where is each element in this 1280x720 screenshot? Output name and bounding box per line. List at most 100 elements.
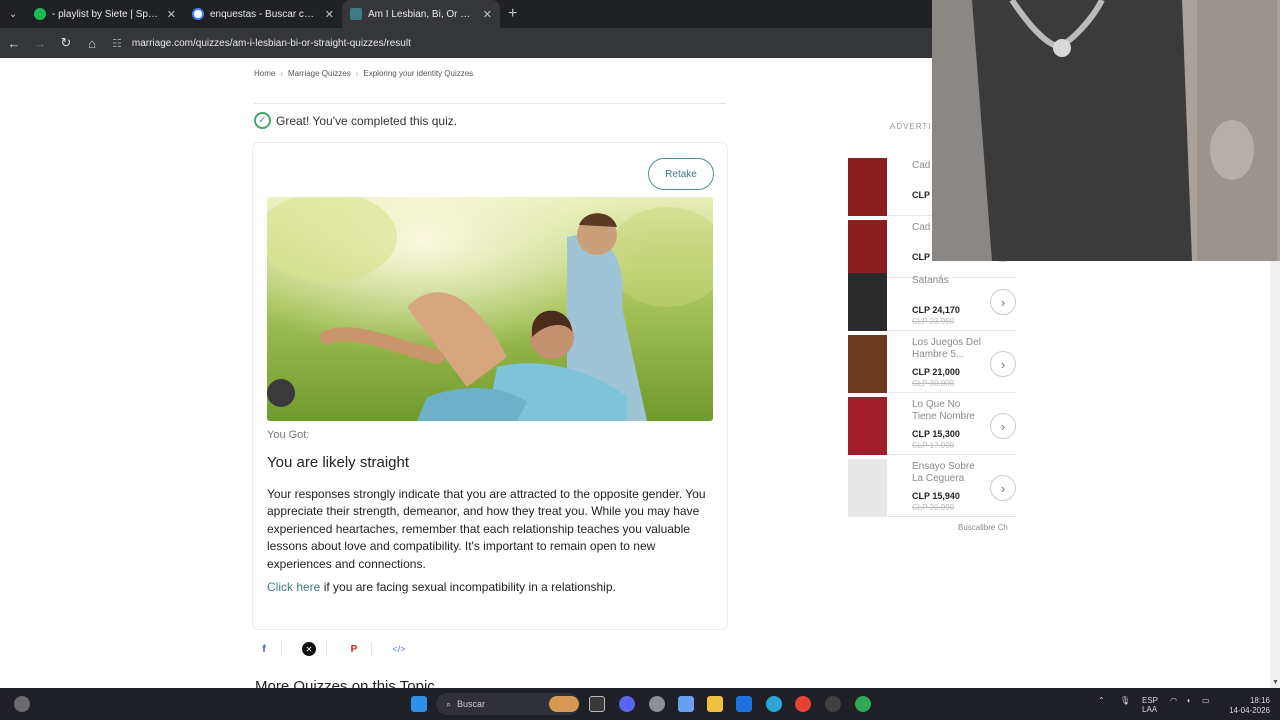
address-bar[interactable]: ☷ marriage.com/quizzes/am-i-lesbian-bi-o… [112, 32, 920, 54]
x-icon[interactable]: ✕ [302, 642, 316, 656]
marriage-com-icon [350, 8, 362, 20]
book-cover [848, 335, 887, 393]
tray-chevron-icon[interactable]: ⌃ [1098, 696, 1105, 705]
book-price: CLP [912, 252, 930, 262]
language-indicator[interactable]: ESP LAA [1142, 696, 1158, 714]
result-title: You are likely straight [267, 454, 410, 471]
edge-icon[interactable] [766, 696, 782, 712]
divider [254, 103, 726, 104]
start-icon[interactable] [411, 696, 427, 712]
search-highlight-icon [549, 696, 579, 712]
settings-icon[interactable] [649, 696, 665, 712]
book-old-price: CLP 30.000 [912, 379, 955, 388]
breadcrumb-marriage-quizzes[interactable]: Marriage Quizzes [288, 69, 351, 78]
result-hero-image [267, 197, 713, 421]
chrome-icon[interactable] [795, 696, 811, 712]
app-icon[interactable] [825, 696, 841, 712]
book-price: CLP [912, 190, 930, 200]
more-quizzes-heading: More Quizzes on this Topic [255, 678, 435, 688]
breadcrumb-separator: › [280, 69, 284, 78]
breadcrumb-identity-quizzes[interactable]: Exploring your identity Quizzes [363, 69, 473, 78]
home-icon[interactable]: ⌂ [80, 31, 104, 55]
tab-search-icon[interactable]: ⌄ [0, 0, 26, 28]
search-icon: ⌕ [446, 698, 452, 709]
ad-book-item[interactable]: Satanás CLP 24,170 CLP 23.950 › [848, 269, 1016, 331]
back-icon[interactable]: ← [2, 31, 26, 55]
book-cover [848, 397, 887, 455]
book-cover [848, 273, 887, 331]
windows-taskbar: ⌕ Buscar ⌃ 🎙 ESP LAA ◠ ◖ ▭ 18:16 14-04-2… [0, 688, 1280, 720]
lang-bottom: LAA [1142, 705, 1158, 714]
ad-book-item[interactable]: Lo Que No Tiene Nombre CLP 15,300 CLP 17.0… [848, 393, 1016, 455]
new-tab-icon[interactable]: + [508, 5, 517, 23]
chevron-right-icon[interactable]: › [990, 289, 1016, 315]
ad-source[interactable]: Buscalibre Ch [958, 523, 1008, 532]
completion-text: Great! You've completed this quiz. [276, 113, 458, 128]
tab-google[interactable]: enquestas - Buscar con Google ✕ [184, 0, 342, 28]
time: 18:16 [1249, 696, 1270, 705]
share-bar: f ✕ P </> [257, 642, 406, 656]
divider [281, 642, 282, 656]
ad-book-item[interactable]: Los Juegos Del Hambre 5... CLP 21,000 CLP … [848, 331, 1016, 393]
file-explorer-icon[interactable] [707, 696, 723, 712]
copilot-icon[interactable] [678, 696, 694, 712]
forward-icon[interactable]: → [28, 31, 52, 55]
battery-icon[interactable]: ▭ [1202, 696, 1210, 705]
book-cover [848, 158, 887, 216]
book-title: Los Juegos Del Hambre 5... [912, 337, 981, 360]
volume-icon[interactable]: ◖ [1186, 696, 1191, 705]
breadcrumb-separator: › [355, 69, 359, 78]
url-text: marriage.com/quizzes/am-i-lesbian-bi-or-… [131, 37, 411, 49]
widgets-icon[interactable] [14, 696, 30, 712]
close-icon[interactable]: ✕ [167, 8, 176, 21]
close-icon[interactable]: ✕ [483, 8, 492, 21]
divider [326, 642, 327, 656]
click-here-link[interactable]: Click here [267, 580, 320, 594]
book-cover [848, 459, 887, 517]
tab-title: - playlist by Siete | Spotify [52, 8, 161, 20]
site-info-icon[interactable]: ☷ [112, 37, 122, 50]
link-suffix-text: if you are facing sexual incompatibility… [320, 580, 616, 594]
breadcrumb-home[interactable]: Home [254, 69, 275, 78]
chevron-right-icon[interactable]: › [990, 413, 1016, 439]
task-view-icon[interactable] [589, 696, 605, 712]
spotify-icon [34, 8, 46, 20]
facebook-icon[interactable]: f [257, 642, 271, 656]
book-old-price: CLP 20.990 [912, 503, 955, 512]
close-icon[interactable]: ✕ [325, 8, 334, 21]
webcam-overlay [932, 0, 1280, 261]
book-title: Lo Que No Tiene Nombre [912, 399, 975, 422]
you-got-label: You Got: [267, 429, 310, 441]
clock[interactable]: 18:16 14-04-2026 [1226, 696, 1270, 716]
tab-quiz[interactable]: Am I Lesbian, Bi, Or Straight Qu ✕ [342, 0, 500, 28]
check-circle-icon: ✓ [254, 112, 271, 129]
search-placeholder: Buscar [457, 699, 486, 709]
divider [371, 642, 372, 656]
completion-message: ✓ Great! You've completed this quiz. [254, 112, 457, 129]
incompatibility-line: Click here if you are facing sexual inco… [267, 580, 616, 594]
reload-icon[interactable]: ↻ [54, 31, 78, 55]
pinterest-icon[interactable]: P [347, 642, 361, 656]
retake-button[interactable]: Retake [648, 158, 714, 190]
scroll-down-icon[interactable]: ▼ [1272, 679, 1279, 686]
discord-icon[interactable] [619, 696, 635, 712]
book-old-price: CLP 23.950 [912, 317, 955, 326]
ad-label: ADVERTIS [890, 122, 938, 131]
tab-spotify[interactable]: - playlist by Siete | Spotify ✕ [26, 0, 184, 28]
ad-book-item[interactable]: Ensayo Sobre La Ceguera CLP 15,940 CLP 20.… [848, 455, 1016, 517]
chevron-right-icon[interactable]: › [990, 475, 1016, 501]
tab-title: enquestas - Buscar con Google [210, 8, 319, 20]
chrome-profile-icon[interactable] [855, 696, 871, 712]
lang-top: ESP [1142, 696, 1159, 705]
breadcrumb: Home › Marriage Quizzes › Exploring your… [254, 69, 473, 78]
chevron-right-icon[interactable]: › [990, 351, 1016, 377]
google-icon [192, 8, 204, 20]
result-card: Retake You Got: You are likely straight … [252, 142, 728, 630]
outlook-icon[interactable] [736, 696, 752, 712]
microphone-icon[interactable]: 🎙 [1120, 696, 1130, 705]
embed-icon[interactable]: </> [392, 642, 406, 656]
date: 14-04-2026 [1229, 706, 1270, 715]
book-price: CLP 15,300 [912, 429, 960, 439]
wifi-icon[interactable]: ◠ [1170, 696, 1177, 705]
result-description: Your responses strongly indicate that yo… [267, 487, 706, 571]
